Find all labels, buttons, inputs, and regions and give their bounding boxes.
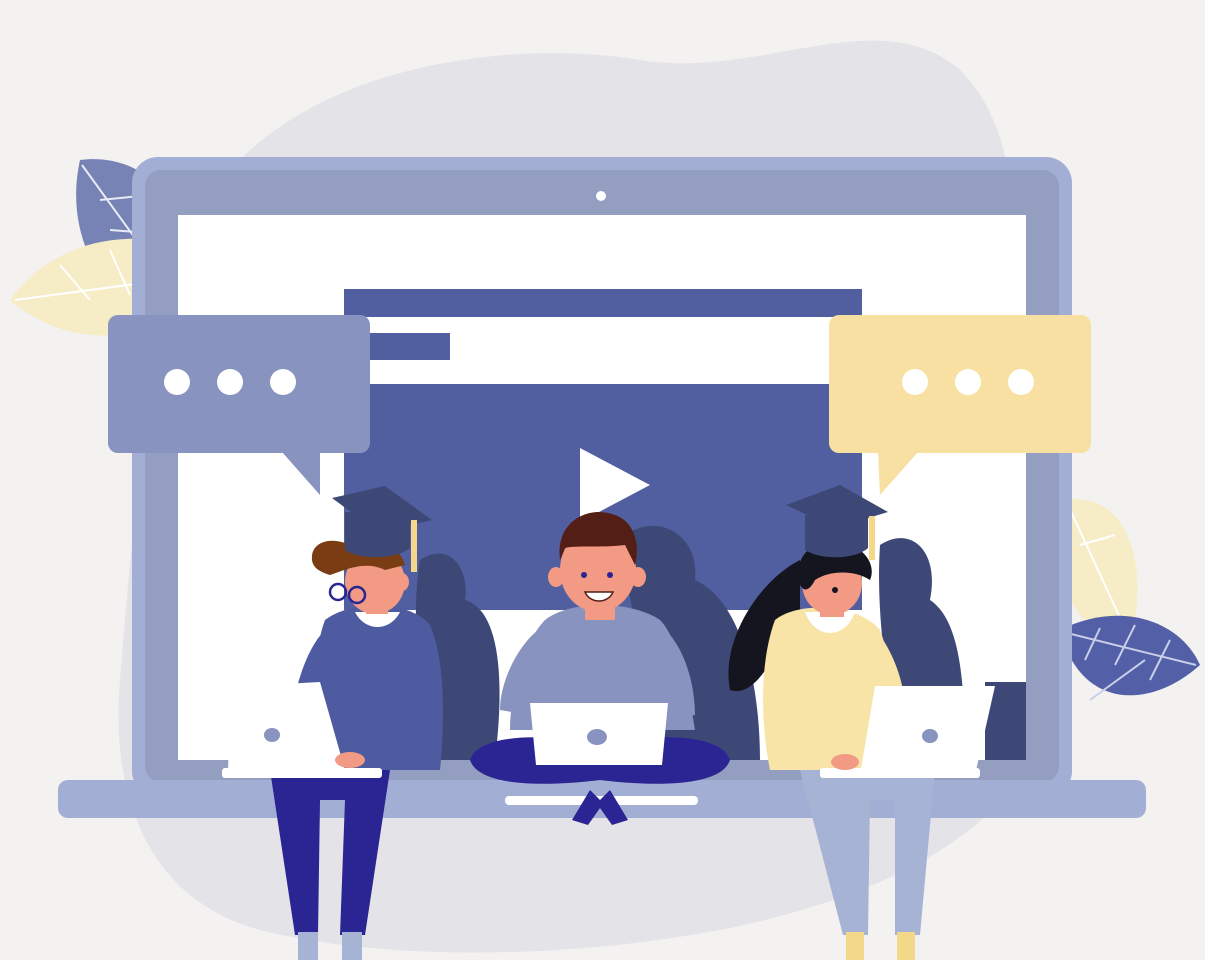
typing-dot bbox=[270, 369, 296, 395]
typing-dot bbox=[217, 369, 243, 395]
typing-dot bbox=[902, 369, 928, 395]
video-header-bar bbox=[344, 289, 862, 317]
typing-dot bbox=[1008, 369, 1034, 395]
typing-dot bbox=[955, 369, 981, 395]
camera-dot bbox=[596, 191, 606, 201]
typing-dot bbox=[164, 369, 190, 395]
online-learning-illustration bbox=[0, 0, 1205, 960]
